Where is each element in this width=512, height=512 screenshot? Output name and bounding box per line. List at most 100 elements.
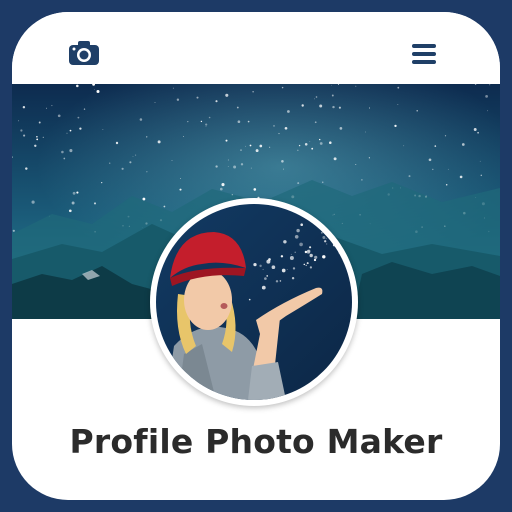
star [121,167,124,170]
star [108,162,111,164]
star [397,86,400,89]
sparkle [325,231,329,235]
star [240,163,244,166]
sparkle [324,240,327,243]
star [221,183,225,187]
star [250,167,252,169]
sparkle [303,263,306,266]
sparkle [306,262,309,265]
star [314,121,317,124]
sparkle [309,253,313,258]
star [489,84,491,86]
sparkle [264,277,267,280]
star [253,188,257,191]
star [38,121,41,124]
sparkle [266,275,269,277]
star [83,108,86,110]
app-icon-frame: Profile Photo Maker [12,12,500,500]
star [236,106,239,109]
star [355,85,357,87]
star [322,181,324,183]
star [255,149,259,153]
star [36,138,39,141]
profile-photo-frame[interactable] [150,198,358,406]
star [394,124,397,128]
camera-icon[interactable] [68,40,100,66]
star [76,191,79,194]
star [365,131,367,133]
star [69,149,73,153]
star [311,147,314,150]
app-title: Profile Photo Maker [69,422,443,461]
star [319,104,323,108]
star [485,95,488,98]
star [434,145,437,147]
sparkle [279,280,282,282]
star [145,136,148,138]
star [63,157,66,160]
profile-photo [156,204,352,400]
star [461,143,465,146]
star [287,110,290,113]
star [163,205,166,208]
star [176,98,180,101]
sparkle [280,255,284,258]
star [146,171,148,173]
sparkle [286,269,288,270]
star [157,140,161,144]
sparkle [322,255,326,259]
star [240,149,242,151]
star [93,202,97,205]
star [408,175,411,178]
sparkle [309,246,312,249]
star [331,94,334,97]
star [36,136,38,138]
star [319,138,321,141]
star [315,96,318,98]
sparkle [248,298,251,301]
star [34,144,37,147]
star [313,98,315,100]
star [200,120,203,123]
star [445,184,448,186]
sparkle [332,243,336,247]
star [233,165,237,169]
star [132,156,134,157]
star [477,131,479,134]
sparkle [259,264,262,268]
star [281,86,284,89]
star [154,102,156,103]
star [339,127,343,130]
star [284,126,288,130]
sparkle [294,235,299,239]
star [18,120,20,122]
star [331,84,332,86]
star [278,133,280,135]
star [309,141,311,143]
star [297,182,300,185]
star [225,93,229,97]
star [187,120,189,123]
sparkle [326,229,330,233]
sparkle [271,265,276,270]
star [237,120,241,124]
star [338,106,341,109]
sparkle [305,264,307,267]
star [244,145,246,147]
star [208,116,211,119]
sparkle [292,267,296,270]
sparkle [322,236,326,239]
star [333,157,337,161]
star [361,179,363,181]
star [444,135,447,137]
star [171,160,173,161]
star [428,158,432,162]
hamburger-menu-icon[interactable] [410,42,438,66]
sparkle [294,251,296,253]
star [269,146,271,148]
star [205,123,208,126]
star [68,209,72,213]
star [179,188,182,191]
star [298,144,301,147]
star [304,143,308,146]
